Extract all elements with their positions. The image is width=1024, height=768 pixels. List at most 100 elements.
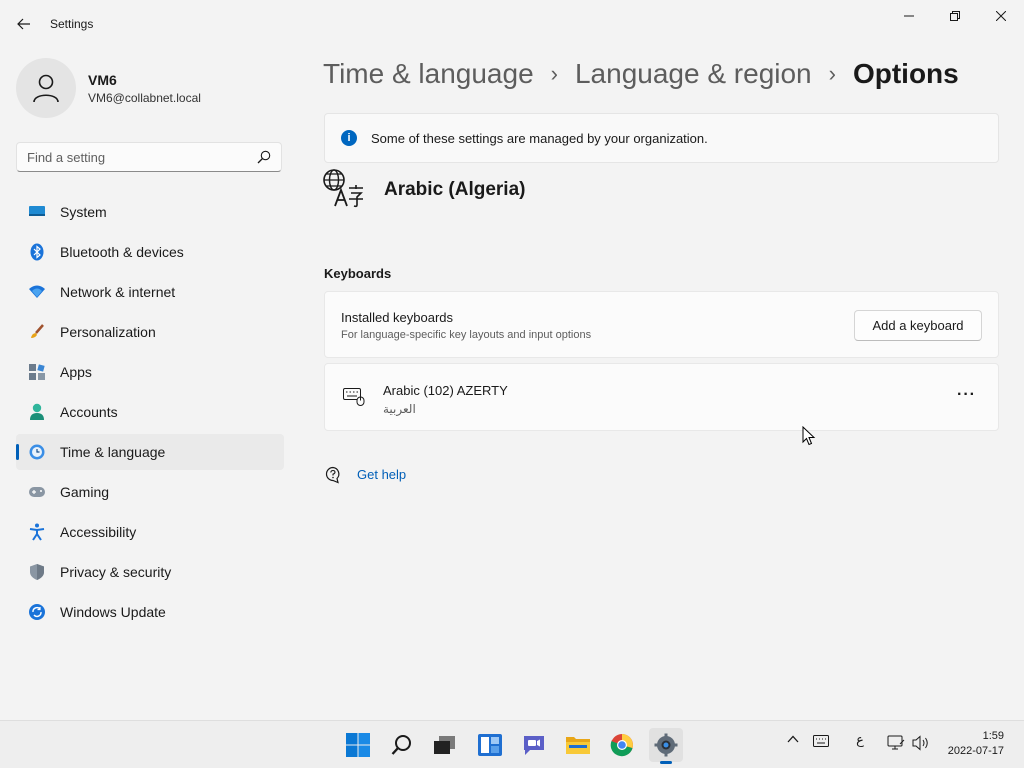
keyboard-name: Arabic (102) AZERTY bbox=[383, 383, 508, 398]
sidebar-item-label: Gaming bbox=[60, 484, 110, 500]
add-keyboard-button[interactable]: Add a keyboard bbox=[854, 310, 982, 341]
managed-info-bar: i Some of these settings are managed by … bbox=[324, 113, 999, 163]
get-help-link[interactable]: Get help bbox=[357, 467, 406, 482]
sidebar-item-label: Personalization bbox=[60, 324, 156, 340]
network-button[interactable] bbox=[886, 735, 906, 751]
taskbar-search-button[interactable] bbox=[385, 728, 419, 762]
sidebar-item-label: Network & internet bbox=[60, 284, 176, 300]
keyboard-item[interactable]: Arabic (102) AZERTY العربية ··· bbox=[324, 363, 999, 431]
chat-button[interactable] bbox=[517, 728, 551, 762]
sidebar-item-label: Privacy & security bbox=[60, 564, 172, 580]
file-explorer-button[interactable] bbox=[561, 728, 595, 762]
settings-taskbar-button[interactable] bbox=[649, 728, 683, 764]
close-button[interactable] bbox=[978, 0, 1024, 32]
search-box[interactable] bbox=[16, 142, 282, 172]
sidebar-item-bluetooth[interactable]: Bluetooth & devices bbox=[16, 234, 284, 270]
start-icon bbox=[346, 733, 370, 757]
search-icon bbox=[391, 735, 411, 755]
task-view-button[interactable] bbox=[428, 728, 462, 762]
breadcrumb-separator: › bbox=[828, 61, 836, 86]
back-arrow-icon bbox=[17, 18, 30, 30]
touch-keyboard-button[interactable] bbox=[810, 735, 832, 747]
widgets-button[interactable] bbox=[473, 728, 507, 762]
sidebar-item-label: Apps bbox=[60, 364, 92, 380]
sidebar-item-label: Accessibility bbox=[60, 524, 137, 540]
sidebar-nav: System Bluetooth & devices Network & int… bbox=[16, 194, 284, 634]
chrome-icon bbox=[610, 734, 633, 757]
user-email: VM6@collabnet.local bbox=[88, 91, 201, 105]
sidebar-item-apps[interactable]: Apps bbox=[16, 354, 284, 390]
breadcrumb-item-time-language[interactable]: Time & language bbox=[323, 58, 534, 90]
user-icon bbox=[33, 74, 59, 103]
sidebar-item-label: System bbox=[60, 204, 107, 220]
taskbar: ع 1:59 2022-07-17 bbox=[0, 720, 1024, 768]
show-hidden-icons-button[interactable] bbox=[784, 735, 802, 743]
installed-keyboards-title: Installed keyboards bbox=[341, 310, 454, 325]
sidebar-item-windows-update[interactable]: Windows Update bbox=[16, 594, 284, 630]
more-options-button[interactable]: ··· bbox=[957, 386, 976, 404]
taskbar-clock[interactable]: 1:59 2022-07-17 bbox=[948, 729, 1004, 759]
language-icon bbox=[322, 168, 366, 213]
breadcrumb-separator: › bbox=[550, 61, 558, 86]
info-text: Some of these settings are managed by yo… bbox=[371, 130, 708, 146]
breadcrumb-item-language-region[interactable]: Language & region bbox=[575, 58, 812, 90]
bluetooth-icon bbox=[28, 243, 46, 261]
restore-button[interactable] bbox=[932, 0, 978, 32]
installed-keyboards-subtitle: For language-specific key layouts and in… bbox=[341, 329, 592, 341]
sidebar-item-gaming[interactable]: Gaming bbox=[16, 474, 284, 510]
sidebar-item-label: Bluetooth & devices bbox=[60, 244, 184, 260]
brush-icon bbox=[28, 323, 46, 341]
mouse-cursor-icon bbox=[802, 425, 816, 451]
accessibility-icon bbox=[28, 523, 46, 541]
sidebar-item-privacy-security[interactable]: Privacy & security bbox=[16, 554, 284, 590]
keyboards-section-title: Keyboards bbox=[324, 266, 392, 281]
task-view-icon bbox=[434, 736, 455, 754]
sidebar-item-accounts[interactable]: Accounts bbox=[16, 394, 284, 430]
sidebar-item-system[interactable]: System bbox=[16, 194, 284, 230]
clock-date: 2022-07-17 bbox=[947, 745, 1004, 757]
sidebar-item-network[interactable]: Network & internet bbox=[16, 274, 284, 310]
sidebar-item-label: Accounts bbox=[60, 404, 118, 420]
search-icon[interactable] bbox=[257, 150, 271, 164]
chat-icon bbox=[524, 736, 544, 755]
update-icon bbox=[28, 603, 46, 621]
help-icon bbox=[324, 466, 342, 489]
settings-icon bbox=[654, 733, 678, 757]
file-explorer-icon bbox=[566, 737, 590, 754]
avatar[interactable] bbox=[16, 58, 76, 118]
volume-button[interactable] bbox=[910, 735, 932, 751]
chrome-button[interactable] bbox=[605, 728, 639, 762]
globe-clock-icon bbox=[28, 443, 46, 461]
keyboard-language: العربية bbox=[383, 402, 416, 416]
sidebar-item-accessibility[interactable]: Accessibility bbox=[16, 514, 284, 550]
info-icon: i bbox=[341, 130, 357, 146]
shield-icon bbox=[28, 563, 46, 581]
monitor-icon bbox=[28, 203, 46, 221]
search-input[interactable] bbox=[17, 143, 257, 171]
apps-icon bbox=[28, 363, 46, 381]
person-icon bbox=[28, 403, 46, 421]
sidebar-item-time-language[interactable]: Time & language bbox=[16, 434, 284, 470]
network-icon bbox=[887, 735, 905, 750]
wifi-icon bbox=[28, 283, 46, 301]
speaker-icon bbox=[912, 735, 928, 751]
gamepad-icon bbox=[28, 483, 46, 501]
minimize-button[interactable] bbox=[886, 0, 932, 32]
language-name: Arabic (Algeria) bbox=[384, 179, 526, 200]
chevron-up-icon bbox=[787, 735, 799, 743]
window-title: Settings bbox=[50, 17, 94, 31]
keyboard-icon bbox=[813, 735, 829, 747]
restore-icon bbox=[950, 11, 960, 21]
breadcrumb: Time & language › Language & region › Op… bbox=[323, 58, 959, 90]
clock-time: 1:59 bbox=[982, 730, 1004, 742]
keyboard-icon bbox=[343, 388, 365, 411]
sidebar-item-label: Windows Update bbox=[60, 604, 166, 620]
back-button[interactable] bbox=[8, 10, 40, 38]
start-button[interactable] bbox=[341, 728, 375, 762]
sidebar-item-label: Time & language bbox=[60, 444, 166, 460]
user-name: VM6 bbox=[88, 72, 117, 88]
page-title: Options bbox=[852, 58, 959, 89]
input-indicator[interactable]: ع bbox=[850, 733, 870, 748]
sidebar-item-personalization[interactable]: Personalization bbox=[16, 314, 284, 350]
minimize-icon bbox=[904, 15, 914, 17]
